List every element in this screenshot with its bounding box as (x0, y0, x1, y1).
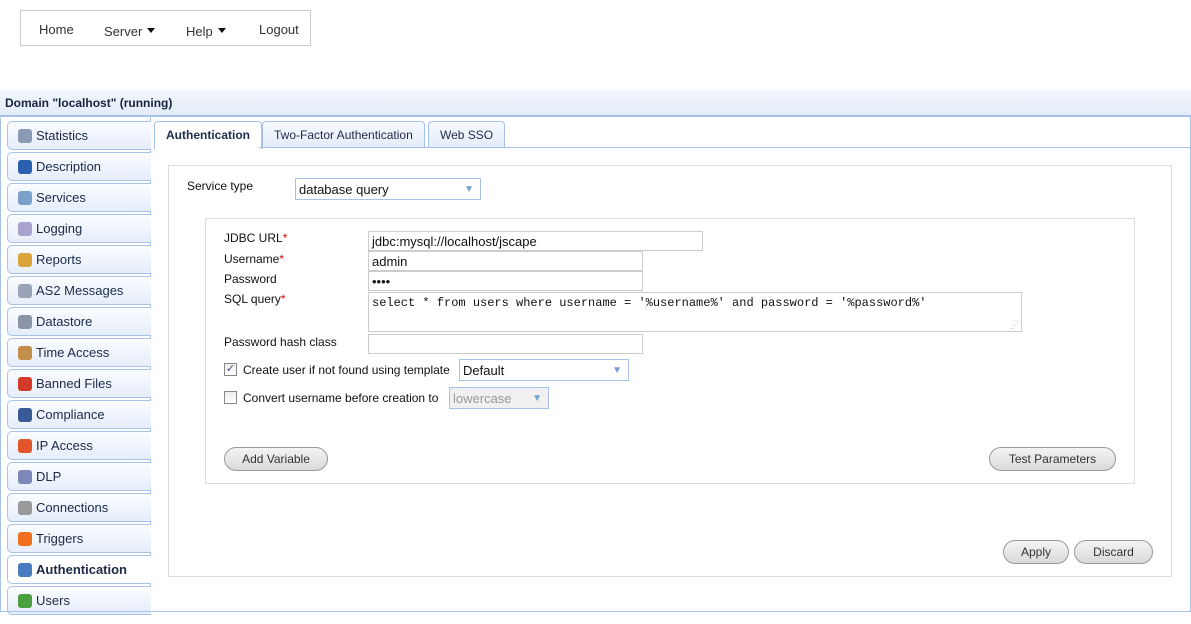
password-label: Password (224, 272, 277, 286)
caret-down-icon (217, 28, 226, 33)
create-user-checkbox[interactable]: ✓ (224, 363, 237, 376)
lightning-icon (18, 532, 32, 546)
sidebar-item-dlp[interactable]: DLP (7, 462, 151, 491)
user-icon (18, 160, 32, 174)
menu-server-label: Server (104, 24, 143, 39)
sidebar-item-label: DLP (36, 469, 62, 484)
sidebar-item-label: Authentication (36, 562, 127, 577)
resize-handle-icon[interactable]: ⋰ (1010, 321, 1019, 331)
menu-logout[interactable]: Logout (259, 22, 299, 37)
jdbc-url-label: JDBC URL* (224, 231, 288, 245)
user-green-icon (18, 594, 32, 608)
caret-down-icon (147, 28, 156, 33)
sql-query-label: SQL query* (224, 292, 286, 306)
case-value: lowercase (453, 391, 512, 406)
firewall-icon (18, 439, 32, 453)
sidebar-item-label: Datastore (36, 314, 93, 329)
chevron-down-icon: ▼ (532, 393, 542, 404)
service-type-select[interactable]: database query ▼ (295, 178, 481, 200)
sidebar-item-reports[interactable]: Reports (7, 245, 151, 274)
sidebar-item-label: Services (36, 190, 86, 205)
sidebar-item-label: Connections (36, 500, 109, 515)
sidebar-item-as2-messages[interactable]: AS2 Messages (7, 276, 151, 305)
messages-icon (18, 284, 32, 298)
sql-query-value: select * from users where username = '%u… (372, 296, 927, 310)
sidebar-item-label: Statistics (36, 128, 89, 143)
services-icon (18, 191, 32, 205)
template-select[interactable]: Default ▼ (459, 359, 629, 381)
sidebar-item-authentication[interactable]: Authentication (7, 555, 151, 584)
chevron-down-icon: ▼ (464, 184, 474, 195)
sidebar-item-statistics[interactable]: Statistics (7, 121, 151, 150)
tab-two-factor-authentication[interactable]: Two-Factor Authentication (262, 121, 425, 148)
divider (0, 611, 1191, 612)
sidebar-item-label: Reports (36, 252, 82, 267)
sidebar-item-label: Logging (36, 221, 83, 236)
template-value: Default (463, 363, 505, 378)
menu-help[interactable]: Help (186, 24, 226, 39)
sidebar-item-description[interactable]: Description (7, 152, 151, 181)
convert-username-checkbox[interactable] (224, 391, 237, 404)
top-menu: Home Server Help Logout (20, 10, 311, 46)
sidebar-item-time-access[interactable]: Time Access (7, 338, 151, 367)
sidebar-item-label: Time Access (36, 345, 110, 360)
tab-web-sso[interactable]: Web SSO (428, 121, 506, 148)
service-type-label: Service type (187, 179, 254, 193)
gears-icon (18, 501, 32, 515)
sidebar-item-banned-files[interactable]: Banned Files (7, 369, 151, 398)
speech-bubble-icon (18, 222, 32, 236)
sidebar-item-label: Users (36, 593, 70, 608)
statistics-icon (18, 129, 32, 143)
apply-button[interactable]: Apply (1003, 540, 1069, 564)
add-variable-button[interactable]: Add Variable (224, 447, 328, 471)
sidebar-item-compliance[interactable]: Compliance (7, 400, 151, 429)
service-type-value: database query (299, 182, 389, 197)
case-select[interactable]: lowercase ▼ (449, 387, 549, 409)
password-input[interactable]: •••• (368, 271, 643, 291)
tab-authentication[interactable]: Authentication (154, 121, 262, 149)
discard-button[interactable]: Discard (1074, 540, 1153, 564)
sidebar-item-connections[interactable]: Connections (7, 493, 151, 522)
test-parameters-button[interactable]: Test Parameters (989, 447, 1116, 471)
menu-help-label: Help (186, 24, 213, 39)
shield-icon (18, 470, 32, 484)
bar-chart-icon (18, 253, 32, 267)
chevron-down-icon: ▼ (612, 365, 622, 376)
domain-title: Domain "localhost" (running) (0, 90, 1191, 117)
sidebar-item-datastore[interactable]: Datastore (7, 307, 151, 336)
password-hash-input[interactable] (368, 334, 643, 354)
sidebar-item-triggers[interactable]: Triggers (7, 524, 151, 553)
convert-username-label: Convert username before creation to (243, 391, 439, 405)
id-card-icon (18, 563, 32, 577)
menu-home[interactable]: Home (39, 22, 74, 37)
jdbc-url-input[interactable]: jdbc:mysql://localhost/jscape (368, 231, 703, 251)
database-settings-box (205, 218, 1135, 484)
divider (259, 147, 1191, 148)
clock-icon (18, 346, 32, 360)
sidebar-item-label: Banned Files (36, 376, 112, 391)
database-icon (18, 315, 32, 329)
menu-server[interactable]: Server (104, 24, 156, 39)
sidebar-item-label: Compliance (36, 407, 105, 422)
password-hash-label: Password hash class (224, 335, 337, 349)
sidebar-item-ip-access[interactable]: IP Access (7, 431, 151, 460)
username-input[interactable]: admin (368, 251, 643, 271)
banned-icon (18, 377, 32, 391)
sidebar: Statistics Description Services Logging Repo… (0, 118, 151, 615)
create-user-label: Create user if not found using template (243, 363, 450, 377)
username-label: Username* (224, 252, 285, 266)
sidebar-item-logging[interactable]: Logging (7, 214, 151, 243)
sidebar-item-label: AS2 Messages (36, 283, 124, 298)
sidebar-item-label: IP Access (36, 438, 93, 453)
sidebar-item-label: Triggers (36, 531, 84, 546)
sidebar-item-label: Description (36, 159, 102, 174)
sidebar-item-services[interactable]: Services (7, 183, 151, 212)
compliance-icon (18, 408, 32, 422)
sql-query-textarea[interactable]: select * from users where username = '%u… (368, 292, 1022, 332)
